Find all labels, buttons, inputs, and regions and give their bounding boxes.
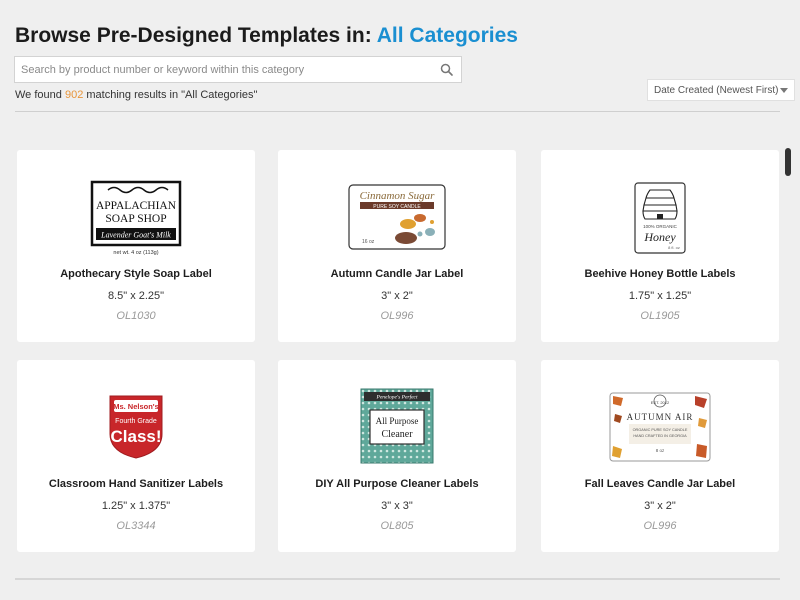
product-card[interactable]: 100% ORGANIC Honey 8 fl. oz Beehive Hone… — [541, 150, 779, 342]
product-name[interactable]: Beehive Honey Bottle Labels — [541, 268, 779, 280]
soap-label-image: APPALACHIAN SOAP SHOP Lavender Goat's Mi… — [90, 180, 182, 256]
thumb-caption: net wt. 4 oz (113g) — [113, 250, 158, 256]
thumb-caption: 8 oz — [656, 448, 665, 453]
product-thumbnail: Penelope's Perfect All Purpose Cleaner — [360, 388, 434, 464]
results-prefix: We found — [15, 89, 62, 101]
results-count: 902 — [64, 89, 84, 101]
thumb-line1: 100% ORGANIC — [643, 224, 678, 229]
product-card[interactable]: Cinnamon Sugar PURE SOY CANDLE 16 oz Aut… — [278, 150, 516, 342]
product-thumbnail: Cinnamon Sugar PURE SOY CANDLE 16 oz — [348, 184, 446, 250]
candle-label-image: Cinnamon Sugar PURE SOY CANDLE 16 oz — [348, 184, 446, 250]
thumb-line1: EST. 2012 — [651, 400, 670, 405]
thumb-line2: All Purpose — [376, 416, 419, 426]
product-size: 1.25" x 1.375" — [101, 500, 171, 512]
page-title-prefix: Browse Pre-Designed Templates in: — [15, 24, 372, 47]
thumb-line1: APPALACHIAN — [96, 200, 177, 212]
thumb-line3: Class! — [110, 427, 161, 446]
product-name[interactable]: Autumn Candle Jar Label — [278, 268, 516, 280]
product-sku: OL996 — [643, 520, 677, 532]
product-sku: OL1905 — [640, 310, 680, 322]
search-input[interactable] — [15, 57, 425, 82]
thumb-line1: Ms. Nelson's — [113, 402, 159, 411]
honey-label-image: 100% ORGANIC Honey 8 fl. oz — [634, 182, 686, 254]
product-size: 8.5" x 2.25" — [107, 290, 165, 302]
product-thumbnail: 100% ORGANIC Honey 8 fl. oz — [634, 182, 686, 254]
product-sku: OL1030 — [116, 310, 156, 322]
product-sku: OL3344 — [116, 520, 156, 532]
scrollbar[interactable] — [784, 148, 792, 578]
product-size: 3" x 2" — [644, 500, 676, 512]
cleaner-label-image: Penelope's Perfect All Purpose Cleaner — [360, 388, 434, 464]
product-size: 1.75" x 1.25" — [628, 290, 692, 302]
product-thumbnail: EST. 2012 AUTUMN AIR ORGANIC PURE SOY CA… — [609, 392, 711, 462]
thumb-caption: 16 oz — [362, 239, 375, 245]
thumb-line2: Fourth Grade — [115, 418, 157, 425]
product-size: 3" x 2" — [381, 290, 413, 302]
thumb-line3: ORGANIC PURE SOY CANDLE — [633, 428, 688, 432]
product-thumbnail: Ms. Nelson's Fourth Grade Class! — [104, 392, 168, 462]
product-name[interactable]: Fall Leaves Candle Jar Label — [541, 478, 779, 490]
thumb-line2: SOAP SHOP — [105, 213, 166, 225]
product-size: 3" x 3" — [381, 500, 413, 512]
thumb-line2: Honey — [643, 230, 676, 244]
scrollbar-thumb[interactable] — [785, 148, 791, 176]
thumb-band: PURE SOY CANDLE — [373, 204, 421, 210]
thumb-line2: AUTUMN AIR — [627, 412, 694, 422]
page-title: Browse Pre-Designed Templates in: All Ca… — [15, 24, 518, 48]
search-box — [14, 56, 462, 83]
header-divider — [15, 111, 780, 112]
product-sku: OL805 — [380, 520, 414, 532]
thumb-line1: Cinnamon Sugar — [360, 190, 436, 202]
results-summary: We found 902 matching results in "All Ca… — [15, 89, 257, 101]
chevron-down-icon — [780, 88, 788, 93]
product-card[interactable]: Ms. Nelson's Fourth Grade Class! Classro… — [17, 360, 255, 552]
product-name[interactable]: DIY All Purpose Cleaner Labels — [278, 478, 516, 490]
footer-divider — [15, 578, 780, 580]
search-icon[interactable] — [439, 62, 455, 78]
product-card[interactable]: APPALACHIAN SOAP SHOP Lavender Goat's Mi… — [17, 150, 255, 342]
results-suffix: matching results in "All Categories" — [86, 89, 258, 101]
category-link[interactable]: All Categories — [377, 24, 518, 47]
thumb-line3: Cleaner — [381, 429, 413, 440]
thumb-band: Lavender Goat's Milk — [100, 231, 171, 240]
sanitizer-label-image: Ms. Nelson's Fourth Grade Class! — [109, 395, 163, 459]
product-name[interactable]: Apothecary Style Soap Label — [17, 268, 255, 280]
thumb-line1: Penelope's Perfect — [375, 394, 418, 401]
leaves-label-image: EST. 2012 AUTUMN AIR ORGANIC PURE SOY CA… — [609, 392, 711, 462]
product-card[interactable]: EST. 2012 AUTUMN AIR ORGANIC PURE SOY CA… — [541, 360, 779, 552]
product-card[interactable]: Penelope's Perfect All Purpose Cleaner D… — [278, 360, 516, 552]
product-sku: OL996 — [380, 310, 414, 322]
thumb-caption: 8 fl. oz — [668, 245, 680, 250]
thumb-line4: HAND CRAFTED IN GEORGIA — [633, 434, 687, 438]
sort-selected: Date Created (Newest First) — [654, 85, 779, 96]
sort-dropdown[interactable]: Date Created (Newest First) — [647, 79, 795, 101]
product-name[interactable]: Classroom Hand Sanitizer Labels — [17, 478, 255, 490]
product-thumbnail: APPALACHIAN SOAP SHOP Lavender Goat's Mi… — [90, 180, 182, 258]
